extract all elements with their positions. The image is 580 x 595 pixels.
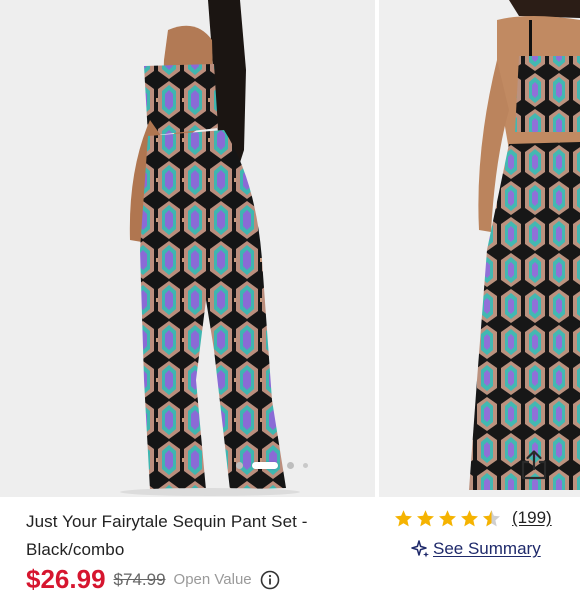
product-photo-back-view[interactable] [0, 0, 375, 497]
rating-stars [394, 509, 501, 528]
star-full-icon [461, 509, 478, 526]
star-full-icon [417, 509, 434, 526]
share-button[interactable] [515, 446, 553, 484]
product-title: Just Your Fairytale Sequin Pant Set - Bl… [26, 512, 308, 559]
share-upload-icon [521, 450, 547, 480]
see-summary-label[interactable]: See Summary [433, 539, 541, 559]
product-photo-front-view[interactable] [379, 0, 580, 497]
carousel-dot[interactable] [236, 461, 243, 469]
see-summary-link[interactable]: See Summary [410, 539, 541, 559]
carousel-pagination [236, 458, 308, 472]
product-rating[interactable]: (199) [394, 508, 552, 528]
carousel-dot-active[interactable] [252, 461, 278, 469]
carousel-dot[interactable] [287, 461, 294, 469]
star-full-icon [439, 509, 456, 526]
sparkle-icon [411, 540, 429, 558]
star-full-icon [395, 509, 412, 526]
star-half-icon [483, 509, 500, 526]
carousel-dot[interactable] [303, 462, 308, 468]
review-count-link[interactable]: (199) [512, 508, 552, 528]
product-image-gallery[interactable] [0, 0, 580, 497]
